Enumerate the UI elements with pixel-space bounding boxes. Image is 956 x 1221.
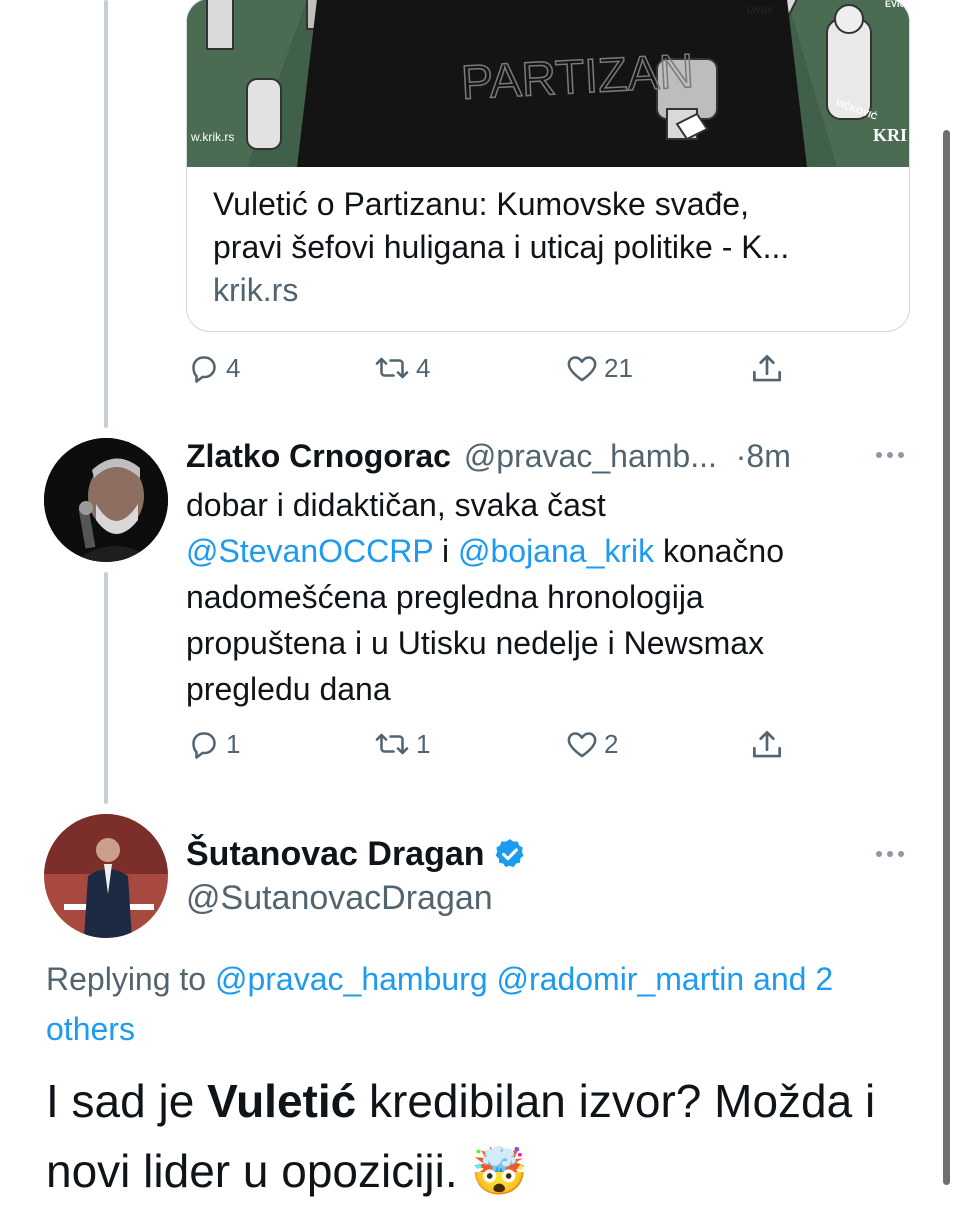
retweet-button[interactable]: 1 [372,726,430,762]
main-tweet-header: Šutanovac Dragan @SutanovacDragan [186,832,527,920]
reply-text-line: propuštena i u Utisku nedelje i Newsmax [186,625,765,661]
exploding-head-emoji: 🤯 [470,1145,528,1197]
replying-to: Replying to @pravac_hamburg @radomir_mar… [46,954,916,1054]
reply-text-word: konačno [663,533,784,569]
like-button[interactable]: 2 [564,726,618,762]
mention-link[interactable]: @pravac_hamburg [215,961,488,997]
tweet-text-part: novi lider u opoziciji. [46,1145,458,1197]
tweet-time[interactable]: ·8m [736,438,791,474]
mention-link[interactable]: @StevanOCCRP [186,533,433,569]
link-preview-title: Vuletić o Partizanu: Kumovske svađe, pra… [213,186,790,265]
link-preview-image: PARTIZAN w.krik.rs KRI LIVUK VIČKOVIĆ EV… [187,0,909,167]
reply-text-conj: i [441,533,450,569]
share-icon [752,730,782,758]
image-sign-a: LIVUK [747,5,775,15]
image-corner-logo: KRI [873,125,907,145]
replying-prefix: Replying to [46,961,207,997]
reply-text-line: nadomešćena pregledna hronologija [186,579,704,615]
author-handle[interactable]: @SutanovacDragan [186,876,527,920]
like-icon [567,356,597,382]
retweet-icon [375,733,409,755]
tweet-text-part: I sad je [46,1075,195,1127]
image-watermark: w.krik.rs [190,130,234,144]
author-name[interactable]: Zlatko Crnogorac [186,438,451,474]
thread-line-middle [104,572,108,804]
avatar-zlatko[interactable] [44,438,168,562]
like-count: 2 [604,728,619,759]
link-preview-card[interactable]: PARTIZAN w.krik.rs KRI LIVUK VIČKOVIĆ EV… [186,0,910,332]
reply-button[interactable]: 1 [186,726,240,762]
tweet-text-part: kredibilan izvor? Možda i [369,1075,876,1127]
mention-link[interactable]: @radomir_martin [497,961,745,997]
reply-text-line: dobar i didaktičan, svaka čast [186,487,606,523]
mention-link[interactable]: @bojana_krik [458,533,654,569]
retweet-icon [375,357,409,379]
tweet-actions-top: 4 4 21 [186,350,806,394]
replying-and[interactable]: and [753,961,806,997]
reply-icon [192,356,216,383]
reply-tweet-text: dobar i didaktičan, svaka čast @StevanOC… [186,482,886,712]
like-button[interactable]: 21 [564,350,633,386]
tweet-actions-reply: 1 1 2 [186,726,806,770]
avatar-sutanovac[interactable] [44,814,168,938]
link-preview-domain: krik.rs [213,272,299,308]
thread-line-top [104,0,108,428]
tweet-text-bold: Vuletić [207,1075,357,1127]
share-icon [752,354,782,382]
like-count: 21 [604,352,633,383]
reply-text-line: pregledu dana [186,671,391,707]
retweet-count: 1 [416,728,431,759]
share-button[interactable] [748,350,786,388]
author-name[interactable]: Šutanovac Dragan [186,832,485,876]
more-icon [876,851,882,857]
more-icon [876,452,882,458]
image-sign-c: EVIĆ [885,0,907,9]
more-button[interactable] [876,452,904,458]
main-tweet-text: I sad je Vuletić kredibilan izvor? Možda… [46,1066,926,1206]
retweet-count: 4 [416,352,431,383]
reply-icon [192,732,216,759]
retweet-button[interactable]: 4 [372,350,430,386]
verified-badge-icon [495,839,523,868]
like-icon [567,732,597,758]
reply-tweet-header: Zlatko Crnogorac @pravac_hamb... ·8m [186,436,791,476]
scrollbar[interactable] [943,130,950,1185]
reply-count: 1 [226,728,241,759]
share-button[interactable] [748,726,786,764]
reply-button[interactable]: 4 [186,350,240,386]
more-button[interactable] [876,851,904,857]
author-handle[interactable]: @pravac_hamb... [464,438,717,474]
reply-count: 4 [226,352,241,383]
